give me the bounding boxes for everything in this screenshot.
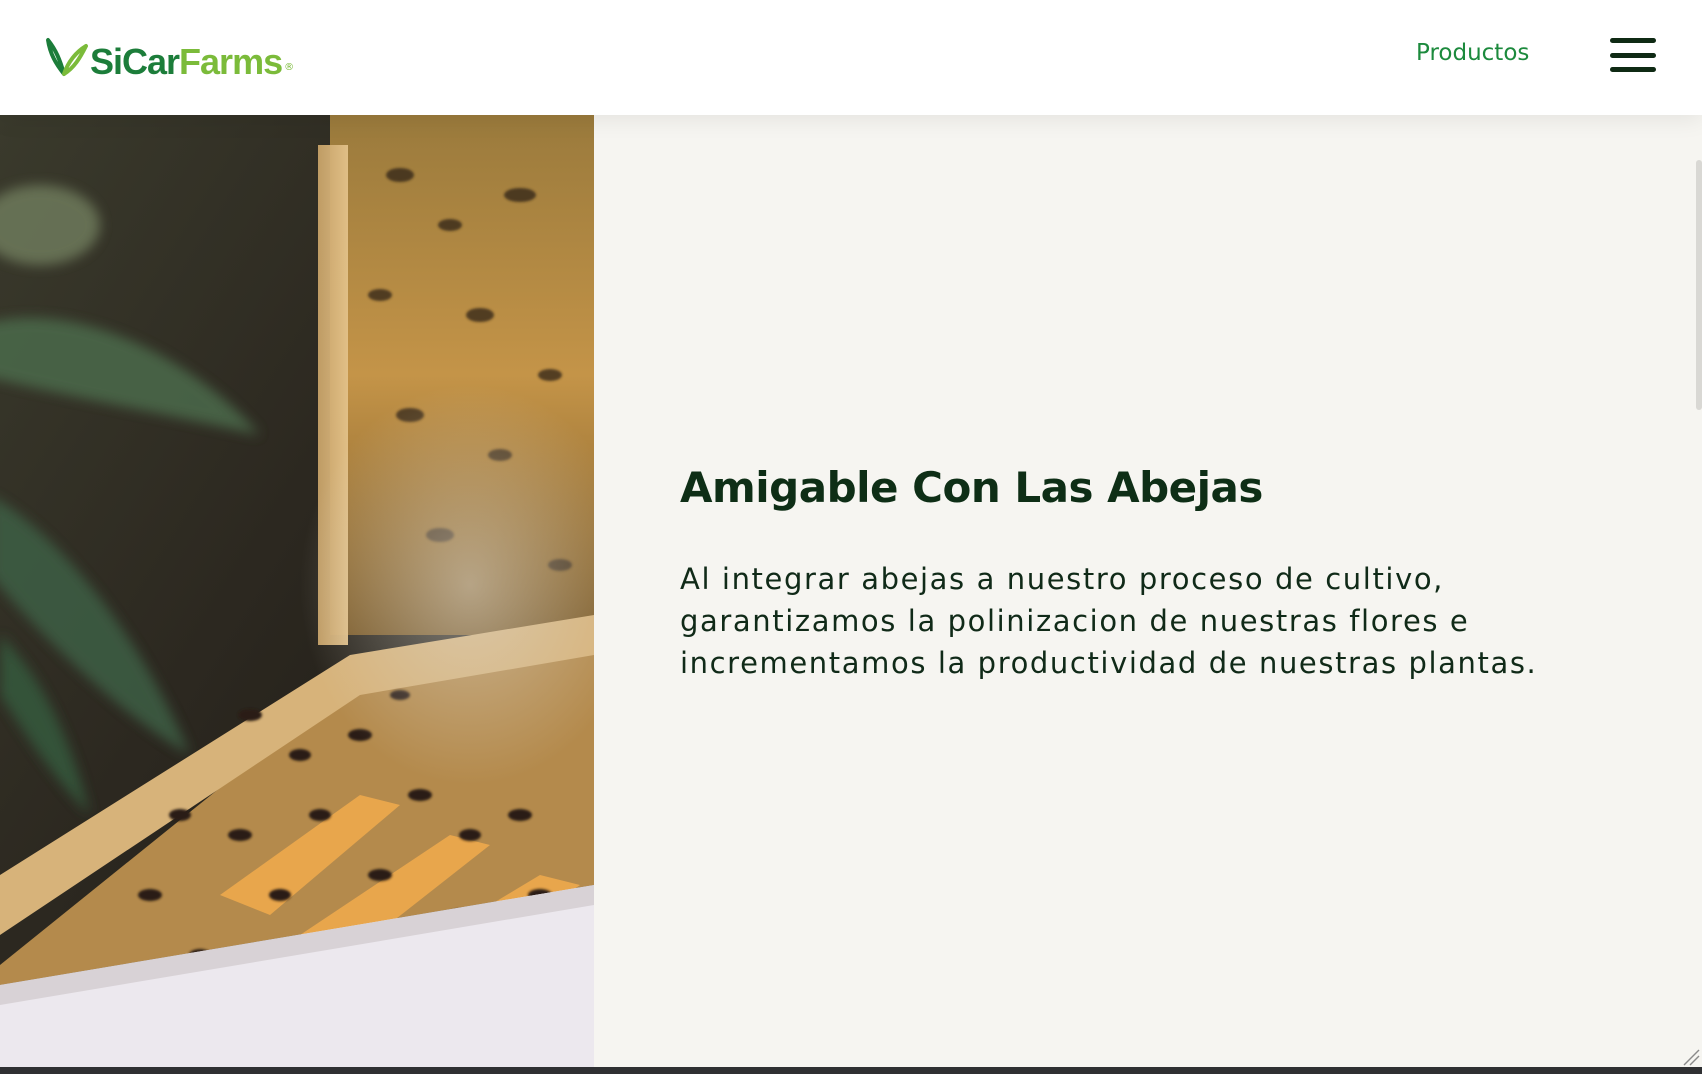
nav-link-productos[interactable]: Productos	[1416, 40, 1529, 72]
feature-section: Amigable Con Las Abejas Al integrar abej…	[594, 115, 1702, 1067]
logo-brand-part2: Farms	[179, 41, 283, 82]
scrollbar-thumb[interactable]	[1696, 160, 1702, 410]
feature-description: Al integrar abejas a nuestro proceso de …	[680, 562, 1538, 680]
logo-wordmark: SiCarFarms	[90, 41, 283, 82]
site-logo[interactable]: SiCarFarms ®	[44, 34, 294, 82]
menu-bar-middle	[1610, 52, 1656, 58]
feature-title: Amigable Con Las Abejas	[680, 463, 1263, 512]
menu-bar-bottom	[1610, 67, 1656, 72]
beehive-photo	[0, 115, 594, 1067]
leaf-logo-icon	[46, 38, 88, 76]
hamburger-menu-icon[interactable]	[1608, 34, 1658, 76]
window-bottom-edge	[0, 1067, 1702, 1074]
resize-grip-icon[interactable]	[1680, 1046, 1700, 1066]
logo-brand-part1: SiCar	[90, 41, 180, 82]
beehive-photo-graphic	[0, 115, 594, 1067]
registered-mark: ®	[284, 61, 295, 73]
menu-bar-top	[1610, 38, 1656, 43]
site-header: SiCarFarms ® Productos	[0, 0, 1702, 115]
